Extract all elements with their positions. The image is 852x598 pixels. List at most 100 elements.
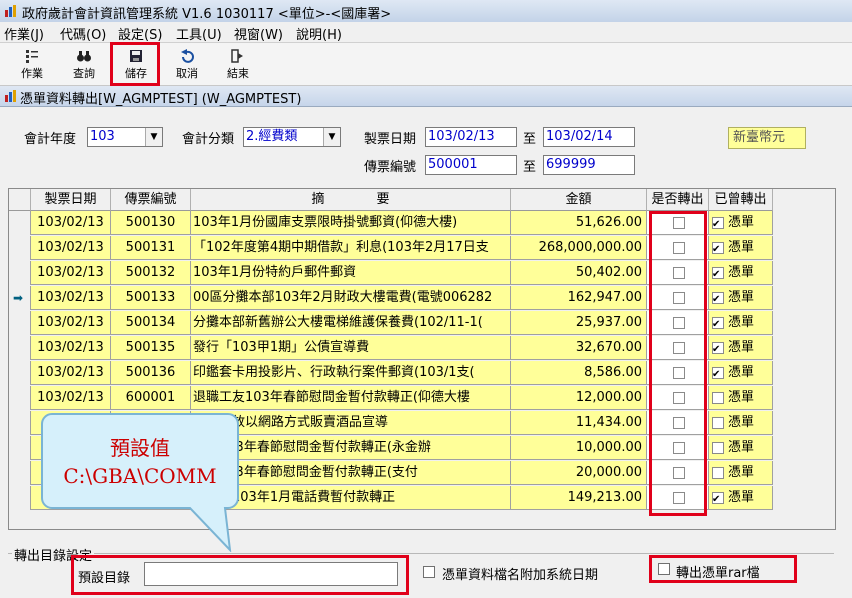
cell-voucher-no[interactable]: 500133 <box>111 286 191 310</box>
row-selector[interactable] <box>9 236 31 260</box>
cell-date[interactable]: 103/02/13 <box>31 361 111 385</box>
date-label: 製票日期 <box>364 132 417 147</box>
current-row-arrow-icon: ➡ <box>13 291 24 305</box>
append-date-label: 憑單資料檔名附加系統日期 <box>442 568 599 583</box>
menu-tools[interactable]: 工具(U) <box>176 24 222 43</box>
row-selector[interactable] <box>9 386 31 410</box>
row-selector[interactable] <box>9 461 31 485</box>
cell-summary[interactable]: 「102年度第4期中期借款」利息(103年2月17日支 <box>191 236 511 260</box>
converted-label: 憑單 <box>728 440 755 455</box>
cell-amount[interactable]: 50,402.00 <box>511 261 647 285</box>
chevron-down-icon[interactable]: ▼ <box>145 128 162 146</box>
table-row[interactable]: 103/02/13 600001 退職工友103年春節慰問金暫付款轉正(仰德大樓 12… <box>9 386 835 411</box>
category-value: 2.經費類 <box>246 129 298 144</box>
menu-codes[interactable]: 代碼(O) <box>60 24 106 43</box>
cell-amount[interactable]: 162,947.00 <box>511 286 647 310</box>
query-button[interactable]: 查詢 <box>60 46 108 82</box>
menu-help[interactable]: 說明(H) <box>296 24 342 43</box>
menu-settings[interactable]: 設定(S) <box>118 24 162 43</box>
cell-converted: 憑單 <box>709 411 773 435</box>
menu-jobs[interactable]: 作業(J) <box>4 24 44 43</box>
category-label: 會計分類 <box>182 132 235 147</box>
currency-badge: 新臺幣元 <box>728 127 806 149</box>
row-selector[interactable]: ➡ <box>9 286 31 310</box>
cell-summary[interactable]: 退職工友103年春節慰問金暫付款轉正(仰德大樓 <box>191 386 511 410</box>
cell-amount[interactable]: 10,000.00 <box>511 436 647 460</box>
cell-converted: 憑單 <box>709 236 773 260</box>
table-row[interactable]: 103/02/13 500136 印鑑套卡用投影片、行政執行案件郵資(103/1支(… <box>9 361 835 386</box>
table-row[interactable]: 103/02/13500132103年1月份特約戶郵件郵資50,402.00 憑單 <box>9 261 835 286</box>
subwindow-icon <box>5 90 16 102</box>
jobs-button[interactable]: 作業 <box>8 46 56 82</box>
row-selector[interactable] <box>9 261 31 285</box>
row-selector[interactable] <box>9 436 31 460</box>
cell-amount[interactable]: 12,000.00 <box>511 386 647 410</box>
cell-amount[interactable]: 20,000.00 <box>511 461 647 485</box>
cell-amount[interactable]: 149,213.00 <box>511 486 647 510</box>
rar-highlight-box <box>649 555 797 583</box>
cell-converted: 憑單 <box>709 261 773 285</box>
date-to-input[interactable]: 103/02/14 <box>543 127 635 147</box>
cell-date[interactable]: 103/02/13 <box>31 261 111 285</box>
converted-label: 憑單 <box>728 340 755 355</box>
table-row[interactable]: ➡ 103/02/13 500133 00區分攤本部103年2月財政大樓電費(電號00… <box>9 286 835 311</box>
cell-summary[interactable]: 00區分攤本部103年2月財政大樓電費(電號006282 <box>191 286 511 310</box>
cell-amount[interactable]: 25,937.00 <box>511 311 647 335</box>
date-from-input[interactable]: 103/02/13 <box>425 127 517 147</box>
row-selector[interactable] <box>9 411 31 435</box>
col-header-date[interactable]: 製票日期 <box>31 189 111 211</box>
row-selector[interactable] <box>9 311 31 335</box>
cell-voucher-no[interactable]: 500131 <box>111 236 191 260</box>
fiscal-year-select[interactable]: 103 ▼ <box>87 127 163 147</box>
cell-summary[interactable]: 103年1月份特約戶郵件郵資 <box>191 261 511 285</box>
window-titlebar: 政府歲計會計資訊管理系統 V1.6 1030117 <單位>-<國庫署> <box>0 0 852 23</box>
cell-amount[interactable]: 32,670.00 <box>511 336 647 360</box>
cell-amount[interactable]: 268,000,000.00 <box>511 236 647 260</box>
converted-checkbox <box>712 466 724 479</box>
cell-voucher-no[interactable]: 600001 <box>111 386 191 410</box>
cell-amount[interactable]: 11,434.00 <box>511 411 647 435</box>
converted-checkbox <box>712 213 724 234</box>
table-row[interactable]: 103/02/13 500134 分攤本部新舊辦公大樓電梯維護保養費(102/11-… <box>9 311 835 336</box>
row-selector[interactable] <box>9 361 31 385</box>
cell-date[interactable]: 103/02/13 <box>31 211 111 235</box>
col-header-converted[interactable]: 已曾轉出 <box>709 189 773 211</box>
chevron-down-icon[interactable]: ▼ <box>323 128 340 146</box>
cell-date[interactable]: 103/02/13 <box>31 311 111 335</box>
voucher-to-input[interactable]: 699999 <box>543 155 635 175</box>
row-selector[interactable] <box>9 211 31 235</box>
cell-voucher-no[interactable]: 500130 <box>111 211 191 235</box>
converted-checkbox <box>712 363 724 384</box>
cell-date[interactable]: 103/02/13 <box>31 386 111 410</box>
converted-checkbox <box>712 238 724 259</box>
col-header-voucher-no[interactable]: 傳票編號 <box>111 189 191 211</box>
cell-summary[interactable]: 分攤本部新舊辦公大樓電梯維護保養費(102/11-1( <box>191 311 511 335</box>
cell-voucher-no[interactable]: 500135 <box>111 336 191 360</box>
cell-summary[interactable]: 發行「103甲1期」公債宣導費 <box>191 336 511 360</box>
col-header-convert[interactable]: 是否轉出 <box>647 189 709 211</box>
voucher-from-input[interactable]: 500001 <box>425 155 517 175</box>
cancel-button[interactable]: 取消 <box>163 46 211 82</box>
cell-date[interactable]: 103/02/13 <box>31 286 111 310</box>
cell-summary[interactable]: 印鑑套卡用投影片、行政執行案件郵資(103/1支( <box>191 361 511 385</box>
cell-amount[interactable]: 8,586.00 <box>511 361 647 385</box>
table-row[interactable]: 103/02/13500135發行「103甲1期」公債宣導費32,670.00 憑… <box>9 336 835 361</box>
col-header-summary[interactable]: 摘 要 <box>191 189 511 211</box>
exit-button[interactable]: 結束 <box>214 46 262 82</box>
append-date-checkbox[interactable] <box>423 566 435 578</box>
row-selector[interactable] <box>9 486 31 510</box>
menu-window[interactable]: 視窗(W) <box>234 24 283 43</box>
table-row[interactable]: 103/02/13 500131 「102年度第4期中期借款」利息(103年2月17… <box>9 236 835 261</box>
fiscal-year-value: 103 <box>90 129 115 144</box>
cell-voucher-no[interactable]: 500132 <box>111 261 191 285</box>
cell-date[interactable]: 103/02/13 <box>31 336 111 360</box>
cell-date[interactable]: 103/02/13 <box>31 236 111 260</box>
cell-voucher-no[interactable]: 500134 <box>111 311 191 335</box>
cell-amount[interactable]: 51,626.00 <box>511 211 647 235</box>
cell-voucher-no[interactable]: 500136 <box>111 361 191 385</box>
table-row[interactable]: 103/02/13 500130 103年1月份國庫支票限時掛號郵資(仰德大樓) 51… <box>9 211 835 236</box>
col-header-amount[interactable]: 金額 <box>511 189 647 211</box>
row-selector[interactable] <box>9 336 31 360</box>
cell-summary[interactable]: 103年1月份國庫支票限時掛號郵資(仰德大樓) <box>191 211 511 235</box>
category-select[interactable]: 2.經費類 ▼ <box>243 127 341 147</box>
